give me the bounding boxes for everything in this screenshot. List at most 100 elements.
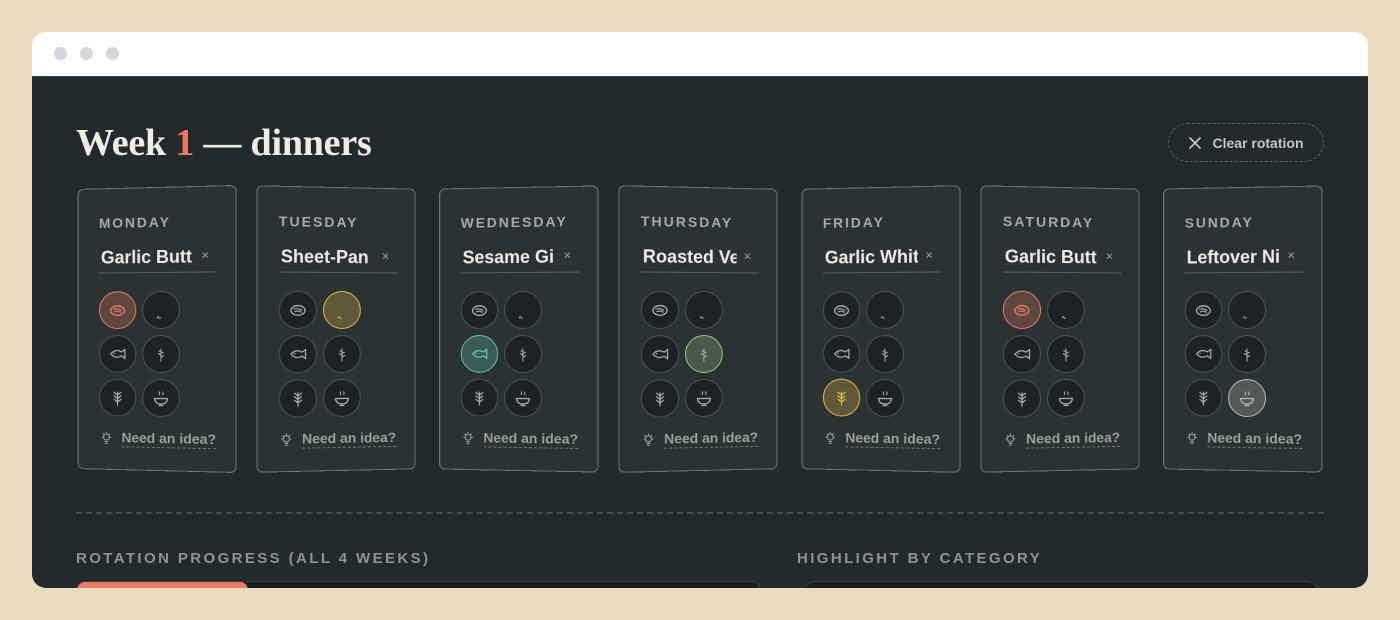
- day-name: SATURDAY: [1003, 213, 1094, 230]
- category-leaf-button[interactable]: [323, 335, 361, 373]
- category-leaf-button[interactable]: [504, 335, 542, 373]
- category-chicken-button[interactable]: [504, 291, 542, 329]
- category-bowl-button[interactable]: [504, 379, 542, 417]
- window-dot-maximize[interactable]: [106, 47, 119, 60]
- category-chicken-button[interactable]: [323, 291, 361, 329]
- day-card-friday: FRIDAY Garlic Whit × Need an idea?: [802, 185, 961, 473]
- category-grain-button[interactable]: [1185, 379, 1222, 417]
- need-idea-link[interactable]: Need an idea?: [824, 429, 940, 449]
- browser-window: Week 1 — dinners Clear rotation MONDAY Ga…: [32, 32, 1368, 588]
- category-fish-button[interactable]: [823, 335, 860, 373]
- category-steak-button[interactable]: [279, 291, 317, 329]
- category-chicken-button[interactable]: [1047, 291, 1085, 329]
- category-grain-button[interactable]: [823, 379, 860, 417]
- leaf-icon: [1237, 344, 1257, 364]
- category-steak-button[interactable]: [1185, 291, 1222, 329]
- clear-rotation-button[interactable]: Clear rotation: [1168, 123, 1324, 162]
- category-steak-button[interactable]: [99, 291, 136, 329]
- category-chicken-button[interactable]: [1228, 291, 1266, 329]
- category-steak-button[interactable]: [461, 291, 498, 329]
- category-leaf-button[interactable]: [1228, 335, 1266, 373]
- rotation-progress-bar: [76, 581, 760, 588]
- category-steak-button[interactable]: [1003, 291, 1041, 329]
- category-grain-button[interactable]: [99, 379, 136, 417]
- leaf-icon: [1056, 344, 1076, 364]
- meal-input[interactable]: Garlic Butt ×: [99, 239, 217, 274]
- category-bowl-button[interactable]: [323, 379, 361, 417]
- grain-icon: [470, 388, 490, 408]
- fish-icon: [1012, 344, 1032, 364]
- category-fish-button[interactable]: [1185, 335, 1222, 373]
- category-fish-button[interactable]: [1003, 335, 1041, 373]
- lightbulb-icon: [1004, 433, 1017, 447]
- need-idea-link[interactable]: Need an idea?: [1004, 429, 1120, 449]
- need-idea-label: Need an idea?: [1026, 429, 1120, 449]
- category-highlight-selector[interactable]: [802, 581, 1320, 588]
- category-bowl-button[interactable]: [1228, 379, 1266, 417]
- leaf-icon: [513, 344, 533, 364]
- lightbulb-icon: [824, 431, 837, 445]
- remove-meal-button[interactable]: ×: [925, 247, 933, 262]
- category-fish-button[interactable]: [641, 335, 679, 373]
- category-leaf-button[interactable]: [866, 335, 904, 373]
- category-grain-button[interactable]: [641, 379, 679, 418]
- leaf-icon: [332, 344, 352, 364]
- category-steak-button[interactable]: [641, 291, 679, 329]
- leaf-icon: [151, 344, 171, 364]
- category-picker: [1003, 291, 1093, 422]
- category-fish-button[interactable]: [461, 335, 498, 373]
- category-bowl-button[interactable]: [142, 379, 180, 417]
- need-idea-link[interactable]: Need an idea?: [1186, 429, 1302, 449]
- need-idea-link[interactable]: Need an idea?: [280, 429, 396, 449]
- category-picker: [823, 291, 912, 422]
- meal-input[interactable]: Sheet-Pan ×: [279, 239, 397, 273]
- lightbulb-icon: [642, 433, 655, 447]
- category-bowl-button[interactable]: [1047, 379, 1085, 417]
- category-grain-button[interactable]: [1003, 379, 1041, 418]
- window-dot-minimize[interactable]: [80, 47, 93, 60]
- lightbulb-icon: [100, 431, 113, 445]
- category-bowl-button[interactable]: [866, 379, 904, 417]
- category-leaf-button[interactable]: [1047, 335, 1085, 373]
- category-chicken-button[interactable]: [866, 291, 904, 329]
- meal-input[interactable]: Roasted Ve ×: [641, 239, 759, 273]
- need-idea-link[interactable]: Need an idea?: [100, 429, 216, 449]
- category-fish-button[interactable]: [279, 335, 317, 373]
- meal-input[interactable]: Garlic Whit ×: [823, 239, 941, 273]
- category-chicken-button[interactable]: [685, 291, 723, 329]
- chicken-icon: [513, 300, 533, 320]
- meal-input[interactable]: Garlic Butt ×: [1003, 239, 1121, 273]
- category-fish-button[interactable]: [99, 335, 136, 373]
- meal-name: Leftover Ni: [1187, 247, 1280, 269]
- meal-input[interactable]: Sesame Gi ×: [461, 239, 580, 273]
- day-name: WEDNESDAY: [461, 213, 568, 231]
- remove-meal-button[interactable]: ×: [382, 249, 389, 264]
- need-idea-link[interactable]: Need an idea?: [642, 429, 758, 449]
- category-leaf-button[interactable]: [685, 335, 723, 373]
- meal-planner-app: Week 1 — dinners Clear rotation MONDAY Ga…: [32, 76, 1368, 588]
- category-chicken-button[interactable]: [142, 291, 180, 329]
- remove-meal-button[interactable]: ×: [1106, 249, 1113, 264]
- fish-icon: [470, 344, 490, 364]
- category-steak-button[interactable]: [823, 291, 860, 329]
- meal-name: Garlic Butt: [101, 246, 194, 268]
- chicken-icon: [332, 300, 352, 320]
- window-dot-close[interactable]: [54, 47, 67, 60]
- need-idea-link[interactable]: Need an idea?: [462, 429, 578, 449]
- section-divider: [76, 512, 1324, 514]
- day-card-monday: MONDAY Garlic Butt × Need an idea?: [78, 185, 237, 473]
- week-number: 1: [175, 122, 194, 164]
- chicken-icon: [1237, 300, 1257, 320]
- remove-meal-button[interactable]: ×: [1287, 247, 1295, 262]
- category-leaf-button[interactable]: [142, 335, 180, 373]
- meal-input[interactable]: Leftover Ni ×: [1185, 239, 1304, 273]
- day-card-wednesday: WEDNESDAY Sesame Gi × Need an idea?: [439, 185, 598, 472]
- lightbulb-icon: [280, 433, 293, 447]
- remove-meal-button[interactable]: ×: [744, 249, 751, 264]
- category-grain-button[interactable]: [461, 379, 498, 417]
- remove-meal-button[interactable]: ×: [563, 247, 571, 262]
- category-bowl-button[interactable]: [685, 379, 723, 417]
- category-grain-button[interactable]: [279, 379, 317, 418]
- category-picker: [1185, 291, 1274, 422]
- remove-meal-button[interactable]: ×: [201, 247, 209, 262]
